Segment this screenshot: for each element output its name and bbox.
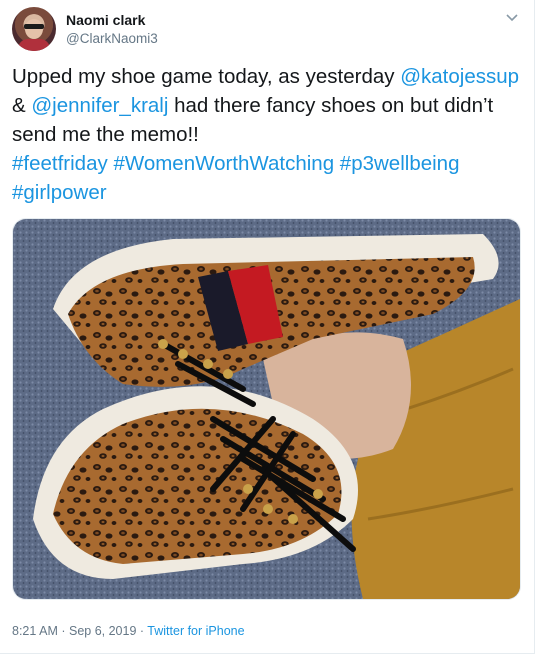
mention-link[interactable]: @jennifer_kralj — [31, 94, 168, 117]
photo-shoes-image — [13, 219, 520, 599]
author-name[interactable]: Naomi clark — [66, 12, 145, 28]
tweet-card: Naomi clark @ClarkNaomi3 Upped my shoe g… — [0, 0, 535, 654]
hashtag-link[interactable]: #WomenWorthWatching — [113, 152, 334, 175]
tweet-text-part: Upped my shoe game today, as yesterday — [12, 65, 401, 88]
hashtag-link[interactable]: #feetfriday — [12, 152, 108, 175]
tweet-meta: 8:21 AM · Sep 6, 2019 · Twitter for iPho… — [12, 624, 245, 638]
tweet-text: Upped my shoe game today, as yesterday @… — [12, 62, 522, 207]
author-handle[interactable]: @ClarkNaomi3 — [66, 31, 158, 46]
hashtag-link[interactable]: #girlpower — [12, 181, 107, 204]
avatar-face — [25, 19, 43, 39]
meta-separator: · — [136, 624, 148, 638]
tweet-text-part: & — [12, 94, 32, 117]
tweet-source-link[interactable]: Twitter for iPhone — [147, 624, 244, 638]
avatar-glasses — [24, 24, 44, 29]
tweet-photo[interactable] — [12, 218, 521, 600]
meta-separator: · — [57, 624, 69, 638]
avatar-shirt — [18, 39, 50, 51]
hashtag-link[interactable]: #p3wellbeing — [340, 152, 460, 175]
tweet-date[interactable]: Sep 6, 2019 — [69, 624, 136, 638]
tweet-time[interactable]: 8:21 AM — [12, 624, 58, 638]
chevron-down-icon[interactable] — [505, 12, 519, 24]
avatar[interactable] — [12, 7, 56, 51]
mention-link[interactable]: @katojessup — [400, 65, 519, 88]
